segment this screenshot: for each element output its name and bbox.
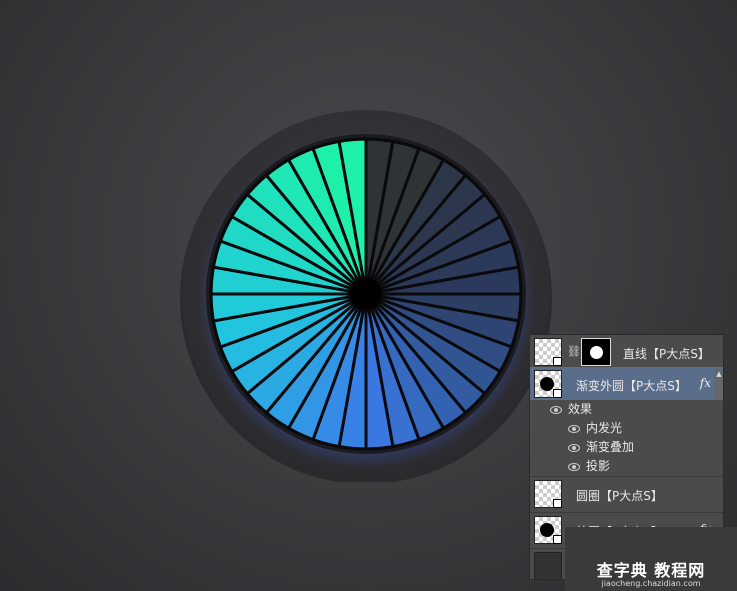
visibility-eye-icon[interactable]	[550, 406, 562, 414]
shape-layer-icon	[553, 357, 562, 366]
shape-layer-icon	[553, 535, 562, 544]
visibility-eye-icon[interactable]	[568, 425, 580, 433]
watermark-url: jiaocheng.chazidian.com	[601, 579, 701, 588]
layer-name: 渐变外圆【P大点S】	[576, 379, 687, 393]
fx-icon[interactable]: fx	[700, 376, 711, 390]
effects-header-label: 效果	[568, 402, 593, 416]
layer-name: 圆圈【P大点S】	[576, 489, 663, 503]
visibility-eye-icon[interactable]	[568, 444, 580, 452]
effect-row-drop-shadow[interactable]: 投影	[530, 457, 723, 476]
layer-row-gradient-outer-circle[interactable]: 渐变外圆【P大点S】 fx ▲	[530, 367, 723, 403]
effect-row-inner-glow[interactable]: 内发光	[530, 419, 723, 438]
layer-row-circle[interactable]: 圆圈【P大点S】	[530, 477, 723, 513]
link-chain-icon[interactable]: ⛓	[567, 345, 581, 359]
visibility-eye-icon[interactable]	[568, 463, 580, 471]
layer-mask-thumbnail[interactable]	[581, 338, 611, 366]
effects-header-row[interactable]: 效果	[530, 400, 723, 419]
dial-graphic	[180, 110, 552, 482]
layer-effects-list: 效果 内发光 渐变叠加 投影	[530, 400, 723, 477]
watermark-title: 查字典 教程网	[596, 561, 706, 580]
layer-thumbnail	[534, 516, 562, 544]
effect-row-gradient-overlay[interactable]: 渐变叠加	[530, 438, 723, 457]
watermark: 查字典 教程网 jiaocheng.chazidian.com	[565, 527, 737, 591]
scroll-up-arrow-icon[interactable]: ▲	[715, 369, 723, 399]
effect-label: 内发光	[586, 421, 623, 435]
shape-layer-icon	[553, 389, 562, 398]
layer-name: 直线【P大点S】	[623, 347, 710, 361]
layer-thumbnail	[534, 370, 562, 398]
layer-thumbnail	[534, 552, 562, 579]
layer-row-lines[interactable]: ⛓ 直线【P大点S】	[530, 335, 723, 371]
effect-label: 渐变叠加	[586, 440, 635, 454]
dial-center-hub	[350, 278, 382, 310]
effect-label: 投影	[586, 459, 611, 473]
layer-thumbnail	[534, 480, 562, 508]
layer-thumbnail	[534, 338, 562, 366]
shape-layer-icon	[553, 499, 562, 508]
